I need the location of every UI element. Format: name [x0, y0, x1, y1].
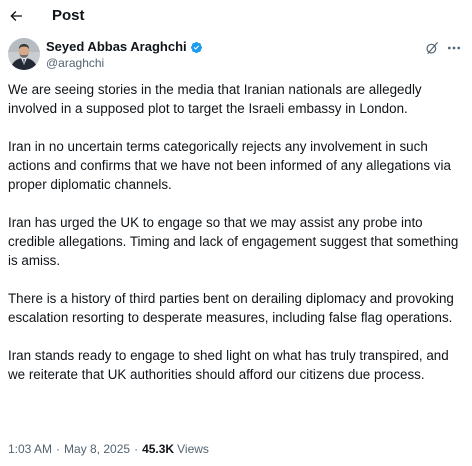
tweet-time[interactable]: 1:03 AM: [8, 441, 52, 457]
views-count[interactable]: 45.3K: [142, 441, 174, 457]
grok-button[interactable]: [424, 40, 440, 56]
tweet-paragraph: Iran has urged the UK to engage so that …: [8, 215, 459, 268]
more-horizontal-icon: [448, 46, 460, 50]
tweet-paragraph: Iran stands ready to engage to shed ligh…: [8, 348, 449, 382]
tweet-metadata: 1:03 AM · May 8, 2025 · 45.3K Views: [8, 441, 209, 457]
tweet-paragraph: Iran in no uncertain terms categorically…: [8, 139, 451, 192]
back-button[interactable]: [6, 6, 26, 26]
top-bar: Post: [0, 0, 472, 34]
author-names: Seyed Abbas Araghchi @araghchi: [46, 39, 203, 71]
author-handle[interactable]: @araghchi: [46, 56, 203, 71]
author-block: Seyed Abbas Araghchi @araghchi: [8, 38, 464, 74]
more-options-button[interactable]: [446, 40, 462, 56]
meta-separator: ·: [56, 442, 61, 456]
tweet-text: We are seeing stories in the media that …: [8, 80, 468, 384]
grok-icon: [426, 42, 438, 54]
tweet-paragraph: We are seeing stories in the media that …: [8, 82, 422, 116]
tweet-date[interactable]: May 8, 2025: [64, 441, 130, 457]
tweet-paragraph: There is a history of third parties bent…: [8, 291, 454, 325]
views-label: Views: [177, 442, 209, 456]
arrow-left-icon: [10, 11, 22, 21]
page-title: Post: [52, 7, 85, 24]
display-name[interactable]: Seyed Abbas Araghchi: [46, 39, 187, 55]
display-name-row: Seyed Abbas Araghchi: [46, 39, 203, 55]
verified-badge-icon: [190, 41, 203, 54]
avatar[interactable]: [8, 38, 40, 70]
meta-separator: ·: [134, 442, 139, 456]
